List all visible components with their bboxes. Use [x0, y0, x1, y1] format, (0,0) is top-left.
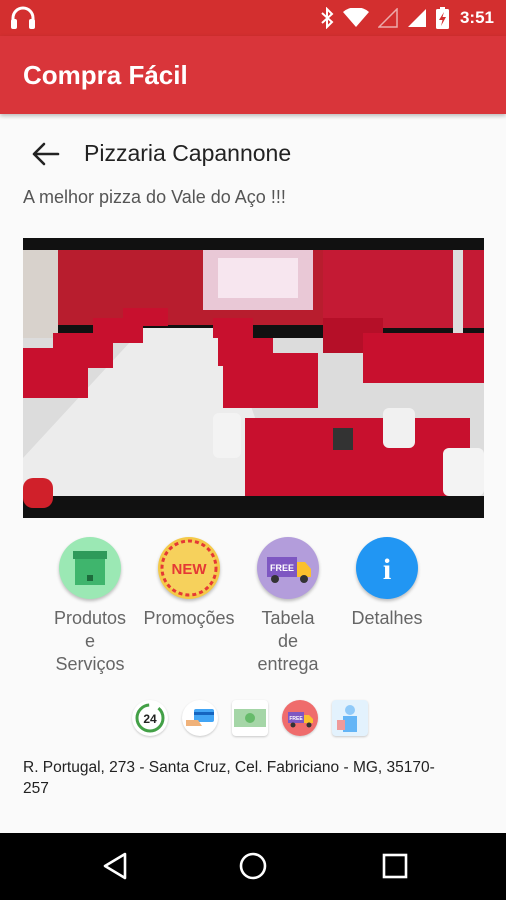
waiter-service-icon	[332, 700, 368, 736]
products-services-label: Produtos e Serviços	[53, 608, 127, 674]
store-photo	[23, 238, 484, 518]
wifi-icon	[342, 8, 369, 27]
24h-service-icon: 24	[132, 700, 168, 736]
app-bar: Compra Fácil	[0, 36, 506, 114]
navigation-bar	[0, 833, 506, 900]
service-icons: 24 FREE	[132, 700, 368, 736]
details-button[interactable]: i Detalhes	[337, 537, 437, 630]
svg-text:NEW: NEW	[172, 561, 208, 578]
signal-empty-icon	[377, 8, 398, 28]
free-delivery-icon: FREE	[282, 700, 318, 736]
battery-charging-icon	[435, 7, 449, 29]
cash-payment-icon	[232, 700, 268, 736]
box-icon	[59, 537, 121, 599]
details-label: Detalhes	[351, 608, 423, 628]
back-nav-button[interactable]	[100, 851, 130, 881]
back-arrow-button[interactable]	[30, 140, 60, 168]
svg-text:FREE: FREE	[289, 716, 303, 722]
products-services-button[interactable]: Produtos e Serviços	[40, 537, 140, 676]
delivery-truck-icon: FREE	[257, 537, 319, 599]
delivery-table-label: Tabela de entrega	[257, 608, 319, 674]
status-time: 3:51	[459, 8, 494, 27]
promotions-label: Promoções	[143, 608, 235, 628]
new-badge-icon: NEW	[158, 537, 220, 599]
delivery-table-button[interactable]: FREE Tabela de entrega	[238, 537, 338, 676]
restaurant-interior-image	[23, 238, 484, 518]
store-tagline: A melhor pizza do Vale do Aço !!!	[23, 187, 286, 207]
svg-text:FREE: FREE	[270, 563, 294, 573]
status-bar: 3:51	[0, 0, 506, 36]
app-title: Compra Fácil	[23, 60, 188, 90]
promotions-button[interactable]: NEW Promoções	[139, 537, 239, 630]
info-icon: i	[356, 537, 418, 599]
svg-text:24: 24	[143, 712, 157, 726]
card-payment-icon	[182, 700, 218, 736]
store-address: R. Portugal, 273 - Santa Cruz, Cel. Fabr…	[23, 759, 435, 797]
home-nav-button[interactable]	[238, 851, 268, 881]
signal-icon	[407, 9, 426, 27]
action-buttons: Produtos e Serviços NEW Promoções FREE T…	[40, 537, 480, 687]
recents-nav-button[interactable]	[380, 851, 410, 881]
bluetooth-icon	[321, 7, 334, 29]
page-title: Pizzaria Capannone	[84, 140, 292, 166]
svg-text:i: i	[383, 553, 391, 586]
headphones-icon	[11, 6, 35, 29]
